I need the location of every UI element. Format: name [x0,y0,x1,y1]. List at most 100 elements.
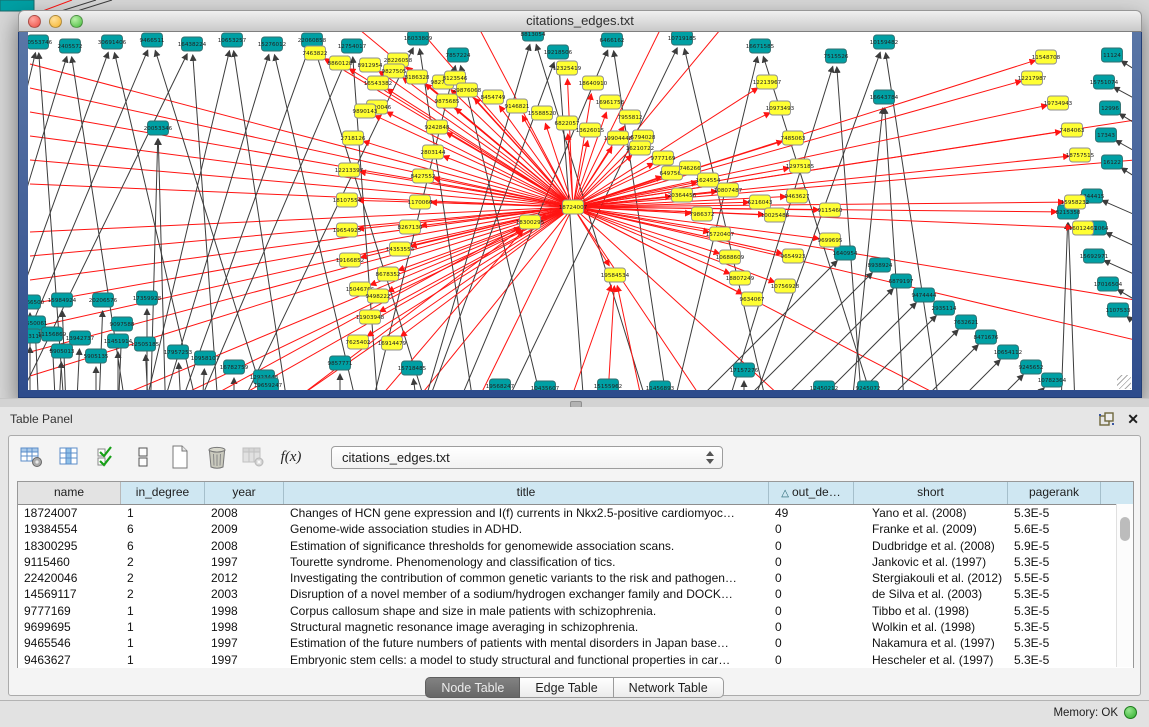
graph-node[interactable]: 11456893 [646,381,675,390]
graph-node[interactable]: 1624554 [696,173,721,187]
graph-node[interactable]: 7463822 [303,46,328,60]
graph-node[interactable]: 8471676 [974,330,999,344]
graph-node[interactable]: 17157276 [730,363,759,377]
table-row[interactable]: 977716911998Corpus callosum shape and si… [18,603,1133,619]
graph-node[interactable]: 16543382 [364,76,392,90]
graph-node[interactable]: 746266 [679,161,701,175]
graph-node[interactable]: 20553746 [28,35,53,49]
graph-node[interactable]: 14353554 [386,242,415,256]
graph-node[interactable]: 15720407 [706,227,735,241]
graph-node[interactable]: 16961758 [596,95,625,109]
graph-node[interactable]: 16671585 [746,39,775,53]
graph-node[interactable]: 19734943 [1044,96,1073,110]
table-row[interactable]: 969969511998Structural magnetic resonanc… [18,619,1133,635]
graph-node[interactable]: 19654925 [333,223,362,237]
column-header-short[interactable]: short [854,482,1008,504]
graph-node[interactable]: 20053346 [144,121,173,135]
graph-node[interactable]: 15276012 [258,37,286,51]
graph-node[interactable]: 7485063 [781,131,806,145]
graph-node[interactable]: 9474444 [912,288,937,302]
graph-node[interactable]: 11156869 [38,327,67,341]
table-row[interactable]: 2242004622012Investigating the contribut… [18,570,1133,586]
column-header-outde[interactable]: △out_de… [769,482,854,504]
panel-splitter[interactable] [0,398,1149,407]
window-zoom-button[interactable] [70,15,83,28]
graph-node[interactable]: 10653257 [218,33,247,47]
graph-node[interactable]: 20364456 [668,188,697,202]
graph-node[interactable]: 1640954 [833,246,858,260]
window-close-button[interactable] [28,15,41,28]
show-columns-button[interactable] [56,444,82,470]
graph-node[interactable]: 12213397 [335,163,364,177]
graph-node[interactable]: 19568247 [486,379,515,390]
network-canvas[interactable]: 2055374624055723069140694665111643822410… [28,32,1132,390]
graph-node[interactable]: 12975185 [786,159,815,173]
graph-node[interactable]: 18300295 [516,215,545,229]
column-header-title[interactable]: title [284,482,769,504]
graph-node[interactable]: 17957253 [164,345,193,359]
graph-node[interactable]: 10719185 [668,32,697,45]
table-row[interactable]: 946362711997Embryonic stem cells: a mode… [18,652,1133,668]
graph-node[interactable]: 8454749 [481,90,506,104]
graph-node[interactable]: 25266500 [28,295,45,309]
graph-node[interactable]: 10807487 [714,183,743,197]
graph-node[interactable]: 16122 [1102,155,1123,169]
graph-node[interactable]: 7632621 [954,315,979,329]
graph-node[interactable]: 22060858 [298,33,327,47]
graph-node[interactable]: 2803144 [421,145,446,159]
graph-node[interactable]: 17359928 [133,291,162,305]
tab-node-table[interactable]: Node Table [425,677,520,698]
graph-node[interactable]: 11124 [1102,48,1123,62]
graph-node[interactable]: 15692971 [1080,249,1109,263]
graph-node[interactable]: 8427552 [411,169,436,183]
scrollbar-thumb[interactable] [1120,517,1130,541]
graph-node[interactable]: 9115460 [818,203,843,217]
graph-node[interactable]: 8267130 [398,220,423,234]
graph-node[interactable]: 9245072 [856,381,881,390]
graph-node[interactable]: 12213967 [753,75,782,89]
column-header-pagerank[interactable]: pagerank [1008,482,1101,504]
close-panel-icon[interactable]: ✕ [1127,411,1139,427]
table-selector-dropdown[interactable]: citations_edges.txt [331,446,723,469]
graph-node[interactable]: 18640910 [579,76,608,90]
delete-table-button[interactable] [241,444,267,470]
graph-node[interactable]: 8813054 [521,32,546,41]
graph-node[interactable]: 10159482 [870,35,898,49]
column-header-name[interactable]: name [18,482,121,504]
graph-node[interactable]: 11451914 [104,334,133,348]
graph-node[interactable]: 12217987 [1018,71,1047,85]
window-minimize-button[interactable] [49,15,62,28]
delete-column-button[interactable] [204,444,230,470]
graph-node[interactable]: 17343 [1096,128,1117,142]
graph-node[interactable]: 13942737 [66,331,95,345]
graph-node[interactable]: 18807249 [726,271,755,285]
graph-node[interactable]: 19218506 [544,45,573,59]
graph-node[interactable]: 6879197 [889,274,914,288]
graph-node[interactable]: 16438224 [178,37,207,51]
float-panel-icon[interactable] [1099,412,1114,426]
table-row[interactable]: 1938455462009Genome-wide association stu… [18,521,1133,537]
table-options-button[interactable] [19,444,45,470]
graph-node[interactable]: 19904448 [604,131,633,145]
graph-node[interactable]: 1107533 [1106,303,1131,317]
table-row[interactable]: 911546021997Tourette syndrome. Phenomeno… [18,554,1133,570]
graph-node[interactable]: 11903948 [356,310,385,324]
graph-node[interactable]: 10756928 [771,279,800,293]
graph-node[interactable]: 17016504 [1094,277,1123,291]
graph-node[interactable]: 9245652 [1019,360,1044,374]
graph-node[interactable]: 12450212 [810,381,838,390]
graph-node[interactable]: 8678352 [376,267,401,281]
graph-node[interactable]: 7515526 [824,49,849,63]
graph-node[interactable]: 12996 [1100,101,1121,115]
table-row[interactable]: 1830029562008Estimation of significance … [18,538,1133,554]
graph-node[interactable]: 19584534 [601,268,630,282]
graph-node[interactable]: 12325419 [553,61,582,75]
graph-node[interactable]: 12505185 [131,337,160,351]
graph-node[interactable]: 9634067 [740,292,765,306]
graph-node[interactable]: 7857224 [446,48,471,62]
graph-node[interactable]: 18757515 [1066,148,1095,162]
graph-node[interactable]: 9146821 [505,99,530,113]
graph-node[interactable]: 18107554 [333,193,362,207]
graph-node[interactable]: 9463627 [785,189,810,203]
graph-node[interactable]: 16914479 [378,336,407,350]
